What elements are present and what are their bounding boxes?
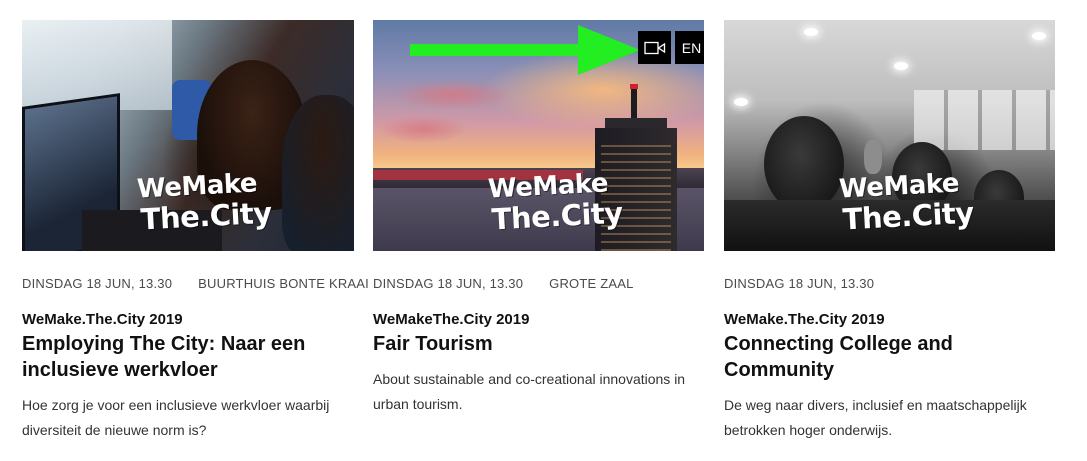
language-badge: EN <box>675 31 704 64</box>
image-person <box>764 116 844 212</box>
event-description: About sustainable and co-creational inno… <box>373 371 686 412</box>
image-raised-hand <box>864 140 882 174</box>
image-ceiling-light <box>894 62 908 70</box>
green-arrow-annotation <box>410 25 640 75</box>
event-description: Hoe zorg je voor een inclusieve werkvloe… <box>22 397 330 438</box>
event-description: De weg naar divers, inclusief en maatsch… <box>724 397 1027 438</box>
event-series: WeMake.The.City 2019 <box>22 311 183 328</box>
image-clouds <box>378 115 468 143</box>
image-person <box>282 95 354 251</box>
event-title[interactable]: Connecting College and Community <box>724 331 1055 383</box>
video-badge <box>638 31 671 64</box>
event-date: DINSDAG 18 JUN, 13.30 <box>724 276 875 291</box>
event-date: DINSDAG 18 JUN, 13.30 <box>373 276 524 291</box>
event-card-fair-tourism[interactable]: WeMake The.City EN DINSDAG 18 JUN, 13.30… <box>373 20 704 460</box>
image-spire-light <box>630 84 638 89</box>
arrow-head <box>578 25 640 75</box>
event-image[interactable]: WeMake The.City EN <box>373 20 704 251</box>
logo-line-2: The.City <box>841 195 975 237</box>
logo-line-2: The.City <box>139 195 273 237</box>
video-camera-icon <box>643 41 665 54</box>
image-ceiling-light <box>1032 32 1046 40</box>
event-card-connecting-college[interactable]: WeMake The.City DINSDAG 18 JUN, 13.30 We… <box>724 20 1055 460</box>
event-meta: DINSDAG 18 JUN, 13.30 BUURTHUIS BONTE KRA… <box>22 276 369 292</box>
event-series: WeMakeThe.City 2019 <box>373 311 530 328</box>
image-spire <box>631 86 637 120</box>
event-meta: DINSDAG 18 JUN, 13.30 <box>724 276 1055 292</box>
event-image[interactable]: WeMake The.City <box>22 20 354 251</box>
event-image[interactable]: WeMake The.City <box>724 20 1055 251</box>
wemakethecity-logo: WeMake The.City <box>136 168 273 240</box>
wemakethecity-logo: WeMake The.City <box>487 168 624 240</box>
event-card-employing-the-city[interactable]: WeMake The.City DINSDAG 18 JUN, 13.30 BUU… <box>22 20 369 460</box>
logo-line-2: The.City <box>490 195 624 237</box>
event-date: DINSDAG 18 JUN, 13.30 <box>22 276 173 291</box>
event-title[interactable]: Employing The City: Naar een inclusieve … <box>22 331 354 383</box>
event-location: BUURTHUIS BONTE KRAAI <box>198 276 369 291</box>
image-windows <box>914 90 1055 150</box>
event-card-grid: WeMake The.City DINSDAG 18 JUN, 13.30 BUU… <box>0 0 1087 461</box>
wemakethecity-logo: WeMake The.City <box>838 168 975 240</box>
event-title[interactable]: Fair Tourism <box>373 331 704 357</box>
image-ceiling-light <box>804 28 818 36</box>
image-ceiling-light <box>734 98 748 106</box>
event-location: GROTE ZAAL <box>549 276 634 291</box>
image-clouds <box>393 80 513 110</box>
event-meta: DINSDAG 18 JUN, 13.30 GROTE ZAAL <box>373 276 704 292</box>
event-series: WeMake.The.City 2019 <box>724 311 885 328</box>
